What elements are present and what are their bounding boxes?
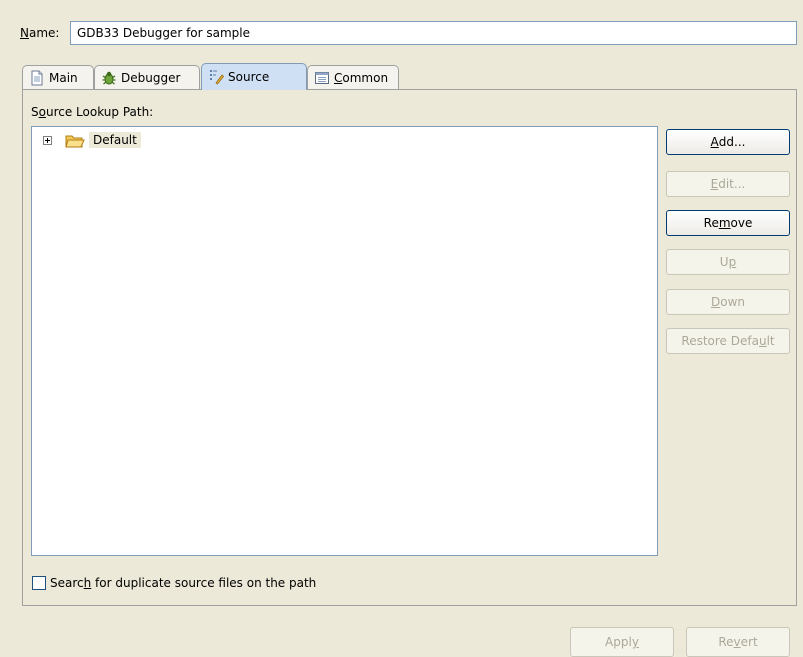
debugger-bug-icon: [101, 70, 117, 86]
expand-plus-icon[interactable]: [43, 136, 52, 145]
source-icon: [208, 69, 225, 85]
tab-main-label: Main: [49, 70, 78, 85]
folder-open-icon: [65, 133, 85, 149]
remove-button[interactable]: Re m ove: [666, 210, 790, 236]
up-button[interactable]: Up: [666, 249, 790, 275]
apply-button[interactable]: Appl y: [570, 627, 674, 657]
revert-button[interactable]: Re v ert: [686, 627, 790, 657]
source-lookup-tree[interactable]: [31, 126, 658, 556]
restore-default-button[interactable]: Restore Defa u lt: [666, 328, 790, 354]
tab-common[interactable]: Common: [307, 65, 399, 89]
tab-source-label: Source: [228, 70, 270, 84]
tab-debugger[interactable]: Debugger: [94, 65, 200, 89]
main-icon: [29, 70, 45, 86]
add-button[interactable]: Add...: [666, 129, 790, 155]
duplicate-source-checkbox[interactable]: [32, 576, 46, 590]
tab-debugger-label: Debugger: [121, 70, 181, 85]
tab-source[interactable]: Source: [201, 63, 307, 90]
down-button[interactable]: Down: [666, 289, 790, 315]
name-input[interactable]: [70, 21, 797, 45]
edit-button[interactable]: Edit...: [666, 171, 790, 197]
duplicate-source-label[interactable]: Search for duplicate source files on the…: [50, 576, 316, 590]
tree-item-default[interactable]: Default: [89, 132, 141, 148]
tab-common-label: Common: [334, 70, 389, 85]
common-icon: [314, 70, 330, 86]
name-label: Name:: [20, 26, 60, 40]
source-lookup-path-label: Source Lookup Path:: [31, 105, 154, 119]
tab-main[interactable]: Main: [22, 65, 94, 89]
